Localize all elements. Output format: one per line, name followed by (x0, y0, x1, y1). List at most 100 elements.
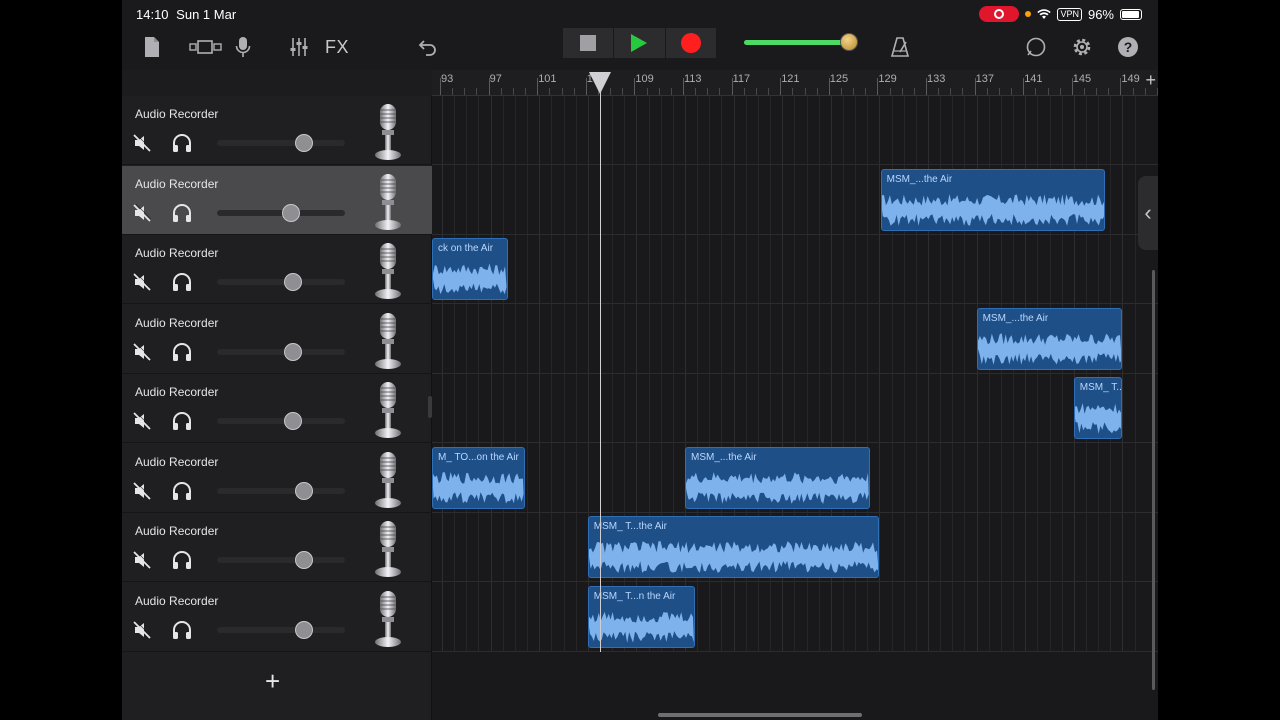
microphone-icon[interactable] (372, 241, 404, 301)
track-volume-slider[interactable] (217, 481, 345, 500)
bar-ruler[interactable]: + 93 97 101 105 109 113 117 121 125 129 133 137 141 1… (432, 70, 1158, 96)
track-volume-knob[interactable] (283, 273, 302, 291)
mute-icon[interactable] (133, 551, 151, 569)
audio-region[interactable]: MSM_...the Air (880, 168, 1106, 231)
track-header[interactable]: Audio Recorder (122, 513, 432, 582)
microphone-icon[interactable] (372, 519, 404, 579)
audio-region[interactable]: M_ TO...on the Air (432, 446, 525, 509)
loop-browser-icon[interactable] (1024, 32, 1048, 62)
ruler-subtick (622, 88, 624, 95)
fx-button[interactable]: FX (322, 32, 352, 62)
master-volume-knob[interactable] (839, 33, 858, 51)
microphone-icon[interactable] (372, 311, 404, 371)
ruler-subtick (1096, 88, 1098, 95)
track-volume-knob[interactable] (295, 551, 314, 569)
audio-region[interactable]: MSM_...the Air (685, 446, 870, 509)
playhead[interactable] (600, 72, 601, 652)
ruler-subtick (962, 88, 964, 95)
audio-region[interactable]: MSM_ T...the (1073, 377, 1123, 439)
track-volume-slider[interactable] (217, 203, 345, 222)
microphone-icon[interactable] (372, 589, 404, 649)
mixer-icon[interactable] (286, 32, 312, 62)
home-indicator[interactable] (658, 713, 862, 717)
track-lane[interactable] (432, 235, 1158, 304)
track-volume-slider[interactable] (217, 620, 345, 639)
tracks-view-icon[interactable] (186, 32, 226, 62)
waveform (977, 332, 1122, 365)
headphones-icon[interactable] (171, 411, 193, 431)
mute-icon[interactable] (133, 481, 151, 500)
ruler-subtick (743, 88, 745, 95)
audio-region[interactable]: MSM_ T...n the Air (587, 585, 695, 648)
track-volume-slider[interactable] (217, 412, 345, 430)
mute-icon[interactable] (133, 412, 151, 430)
side-panel-handle[interactable]: ‹ (1138, 176, 1158, 250)
track-volume-knob[interactable] (295, 620, 314, 639)
stop-icon (580, 35, 597, 51)
audio-region[interactable]: MSM_...the Air (976, 307, 1123, 370)
track-volume-knob[interactable] (295, 134, 314, 152)
track-name: Audio Recorder (135, 524, 219, 538)
screen-recording-icon (979, 6, 1020, 22)
track-volume-slider[interactable] (217, 551, 345, 569)
track-volume-slider[interactable] (217, 134, 345, 152)
track-volume-knob[interactable] (283, 342, 302, 361)
track-header[interactable]: Audio Recorder (122, 165, 432, 235)
microphone-icon[interactable] (372, 450, 404, 510)
microphone-icon[interactable] (372, 172, 404, 232)
track-lane[interactable] (432, 374, 1158, 443)
mute-icon[interactable] (133, 134, 151, 152)
header-resize-grip[interactable] (428, 396, 432, 418)
track-header[interactable]: Audio Recorder (122, 583, 432, 652)
mute-icon[interactable] (133, 342, 151, 361)
track-volume-slider[interactable] (217, 342, 345, 361)
stop-button[interactable] (563, 28, 615, 58)
master-volume-slider[interactable] (744, 33, 858, 51)
microphone-icon[interactable] (372, 102, 404, 162)
track-lane[interactable] (432, 583, 1158, 652)
audio-region[interactable]: MSM_ T...the Air (587, 516, 880, 578)
headphones-icon[interactable] (171, 481, 193, 501)
add-track-button[interactable]: + (265, 666, 280, 697)
track-volume-knob[interactable] (295, 481, 314, 500)
track-volume-slider[interactable] (217, 273, 345, 291)
track-header[interactable]: Audio Recorder (122, 235, 432, 304)
document-icon[interactable] (140, 32, 164, 62)
mute-icon[interactable] (133, 273, 151, 291)
track-lane[interactable] (432, 96, 1158, 165)
headphones-icon[interactable] (171, 342, 193, 362)
play-button[interactable] (614, 28, 666, 58)
track-header[interactable]: Audio Recorder (122, 374, 432, 443)
record-button[interactable] (665, 28, 717, 58)
undo-icon[interactable] (416, 32, 440, 62)
track-header[interactable]: Audio Recorder (122, 305, 432, 374)
microphone-icon[interactable] (372, 380, 404, 440)
arrangement-area[interactable]: MSM_...the Air ck on the Air MSM_...the Ai… (432, 96, 1158, 720)
mute-icon[interactable] (133, 203, 151, 222)
settings-icon[interactable] (1070, 32, 1094, 62)
mute-icon[interactable] (133, 620, 151, 639)
track-volume-knob[interactable] (283, 412, 302, 430)
transport-controls (563, 28, 717, 58)
ruler-bar-label: 109 (635, 73, 654, 85)
ruler-subtick (1011, 88, 1013, 95)
ruler-bar-label: 141 (1024, 73, 1043, 85)
ruler-subtick (853, 88, 855, 95)
track-header[interactable]: Audio Recorder (122, 444, 432, 513)
track-volume-knob[interactable] (282, 203, 301, 222)
headphones-icon[interactable] (171, 550, 193, 570)
headphones-icon[interactable] (171, 272, 193, 292)
help-icon[interactable]: ? (1116, 32, 1140, 62)
track-header[interactable]: Audio Recorder (122, 96, 432, 165)
headphones-icon[interactable] (171, 203, 193, 223)
vertical-scrollbar[interactable] (1152, 270, 1155, 690)
audio-region[interactable]: ck on the Air (432, 238, 508, 300)
headphones-icon[interactable] (171, 133, 193, 153)
waveform (686, 471, 869, 504)
headphones-icon[interactable] (171, 620, 193, 640)
status-bar: 14:10 Sun 1 Mar VPN 96% (122, 0, 1158, 28)
ruler-bar-label: 117 (732, 73, 751, 85)
metronome-icon[interactable] (888, 32, 912, 62)
add-section-button[interactable]: + (1145, 70, 1156, 91)
mic-icon[interactable] (230, 32, 256, 62)
